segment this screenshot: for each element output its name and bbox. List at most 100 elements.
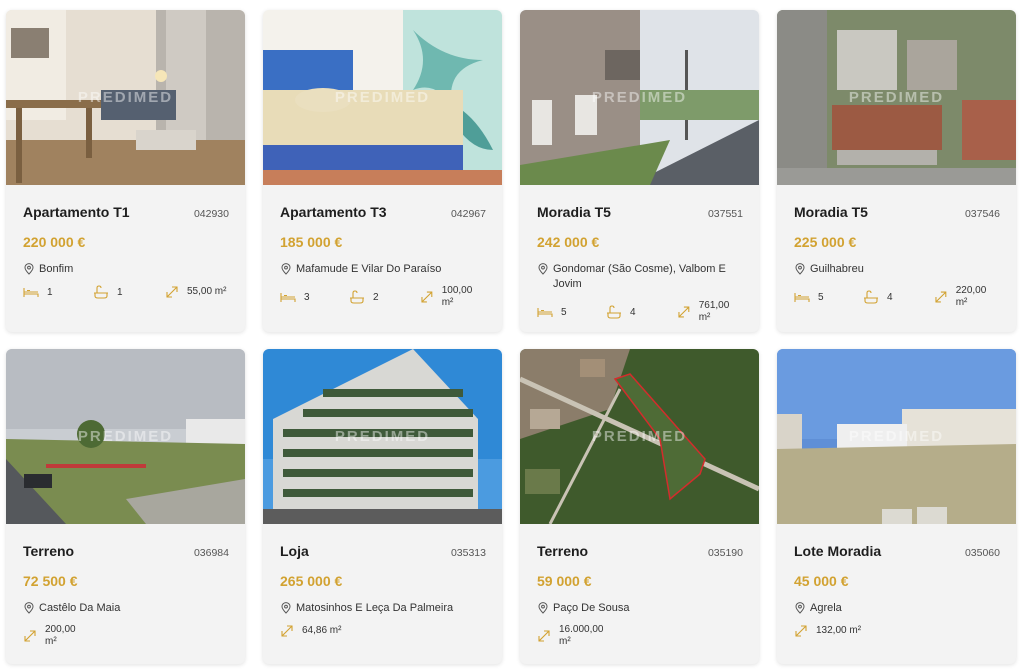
listing-card[interactable]: PREDIMED Moradia T5 037551 242 000 € Gon…	[520, 10, 759, 332]
listing-reference: 042930	[193, 208, 229, 220]
area-value: 16.000,00 m²	[559, 624, 604, 647]
bathrooms-count: 4	[629, 306, 636, 318]
listing-location: Bonfim	[23, 262, 229, 277]
listing-title[interactable]: Lote Moradia	[794, 543, 881, 559]
area: 100,00 m²	[420, 285, 486, 309]
listing-photo[interactable]: PREDIMED	[520, 10, 759, 185]
listing-features: 16.000,00 m²	[537, 624, 743, 648]
listing-reference: 037546	[964, 208, 1000, 220]
location-text: Agrela	[810, 602, 842, 614]
bedrooms-count: 5	[818, 291, 824, 303]
bed-icon	[23, 286, 39, 298]
listing-photo[interactable]: PREDIMED	[263, 10, 502, 185]
listing-title[interactable]: Apartamento T3	[280, 204, 387, 220]
listing-price: 59 000 €	[537, 573, 592, 589]
bedrooms: 5	[537, 306, 606, 318]
listing-price: 185 000 €	[280, 234, 343, 250]
area-value: 55,00 m²	[187, 286, 227, 297]
location-pin-icon	[23, 602, 35, 614]
bathrooms: 1	[93, 285, 165, 299]
listing-card[interactable]: PREDIMED Loja 035313 265 000 € Matosinho…	[263, 349, 502, 664]
area: 200,00 m²	[23, 624, 79, 648]
area-value: 200,00 m²	[45, 624, 76, 647]
listing-reference: 035190	[707, 547, 743, 559]
location-pin-icon	[280, 263, 292, 275]
bathrooms-count: 4	[886, 291, 893, 303]
listing-card[interactable]: PREDIMED Apartamento T3 042967 185 000 €…	[263, 10, 502, 332]
area-value: 220,00 m²	[955, 285, 987, 308]
location-text: Guilhabreu	[810, 263, 864, 275]
listing-reference: 035060	[964, 547, 1000, 559]
listing-photo[interactable]: PREDIMED	[6, 349, 245, 524]
street-house-photo	[520, 10, 759, 185]
listing-card[interactable]: PREDIMED Terreno 036984 72 500 € Castêlo…	[6, 349, 245, 664]
bed-icon	[794, 291, 810, 303]
bed-icon	[537, 306, 553, 318]
bedrooms-count: 3	[304, 291, 310, 303]
area-arrows-icon	[23, 629, 37, 643]
listing-title[interactable]: Apartamento T1	[23, 204, 130, 220]
listing-features: 1 1 55,00 m²	[23, 285, 229, 299]
listing-price: 45 000 €	[794, 573, 849, 589]
listing-card[interactable]: PREDIMED Apartamento T1 042930 220 000 €…	[6, 10, 245, 332]
listing-photo[interactable]: PREDIMED	[520, 349, 759, 524]
listing-location: Gondomar (São Cosme), Valbom E Jovim	[537, 262, 743, 292]
area-value: 100,00 m²	[441, 285, 473, 308]
bathtub-icon	[863, 290, 879, 304]
listing-photo[interactable]: PREDIMED	[777, 10, 1016, 185]
listing-features: 64,86 m²	[280, 624, 486, 638]
listing-photo[interactable]: PREDIMED	[6, 10, 245, 185]
bathrooms-count: 1	[117, 286, 123, 298]
listing-card[interactable]: PREDIMED Lote Moradia 035060 45 000 € Ag…	[777, 349, 1016, 664]
area-arrows-icon	[165, 285, 179, 299]
bedrooms-count: 5	[561, 306, 567, 318]
area: 16.000,00 m²	[537, 624, 607, 648]
location-text: Paço De Sousa	[553, 602, 630, 614]
bathtub-icon	[93, 285, 109, 299]
location-text: Matosinhos E Leça Da Palmeira	[296, 602, 454, 614]
listing-price: 242 000 €	[537, 234, 600, 250]
listing-price: 220 000 €	[23, 234, 86, 250]
listing-title[interactable]: Terreno	[23, 543, 74, 559]
location-pin-icon	[794, 602, 806, 614]
area-arrows-icon	[280, 624, 294, 638]
location-pin-icon	[537, 263, 549, 275]
area: 761,00 m²	[677, 300, 743, 324]
listing-grid: PREDIMED Apartamento T1 042930 220 000 €…	[0, 0, 1024, 671]
listing-photo[interactable]: PREDIMED	[777, 349, 1016, 524]
area-arrows-icon	[934, 290, 948, 304]
area-arrows-icon	[537, 629, 551, 643]
listing-reference: 036984	[193, 547, 229, 559]
location-pin-icon	[794, 263, 806, 275]
area-arrows-icon	[677, 305, 691, 319]
listing-title[interactable]: Moradia T5	[537, 204, 611, 220]
listing-card[interactable]: PREDIMED Terreno 035190 59 000 € Paço De…	[520, 349, 759, 664]
bedrooms: 3	[280, 291, 349, 303]
listing-features: 5 4 220,00 m²	[794, 285, 1000, 309]
listing-title[interactable]: Terreno	[537, 543, 588, 559]
listing-location: Mafamude E Vilar Do Paraíso	[280, 262, 486, 277]
bathrooms: 4	[606, 305, 677, 319]
listing-reference: 042967	[450, 208, 486, 220]
listing-price: 265 000 €	[280, 573, 343, 589]
listing-card[interactable]: PREDIMED Moradia T5 037546 225 000 € Gui…	[777, 10, 1016, 332]
listing-location: Guilhabreu	[794, 262, 1000, 277]
listing-price: 225 000 €	[794, 234, 857, 250]
area-arrows-icon	[794, 624, 808, 638]
location-text: Castêlo Da Maia	[39, 602, 121, 614]
listing-features: 200,00 m²	[23, 624, 229, 648]
area-value: 761,00 m²	[698, 300, 730, 323]
building-render-photo	[263, 349, 502, 524]
bedrooms: 1	[23, 286, 93, 298]
bed-icon	[280, 291, 296, 303]
bathtub-icon	[349, 290, 365, 304]
listing-location: Paço De Sousa	[537, 601, 743, 616]
listing-reference: 035313	[450, 547, 486, 559]
listing-reference: 037551	[707, 208, 743, 220]
listing-features: 3 2 100,00 m²	[280, 285, 486, 309]
listing-title[interactable]: Loja	[280, 543, 309, 559]
listing-price: 72 500 €	[23, 573, 78, 589]
listing-photo[interactable]: PREDIMED	[263, 349, 502, 524]
listing-title[interactable]: Moradia T5	[794, 204, 868, 220]
listing-location: Matosinhos E Leça Da Palmeira	[280, 601, 486, 616]
